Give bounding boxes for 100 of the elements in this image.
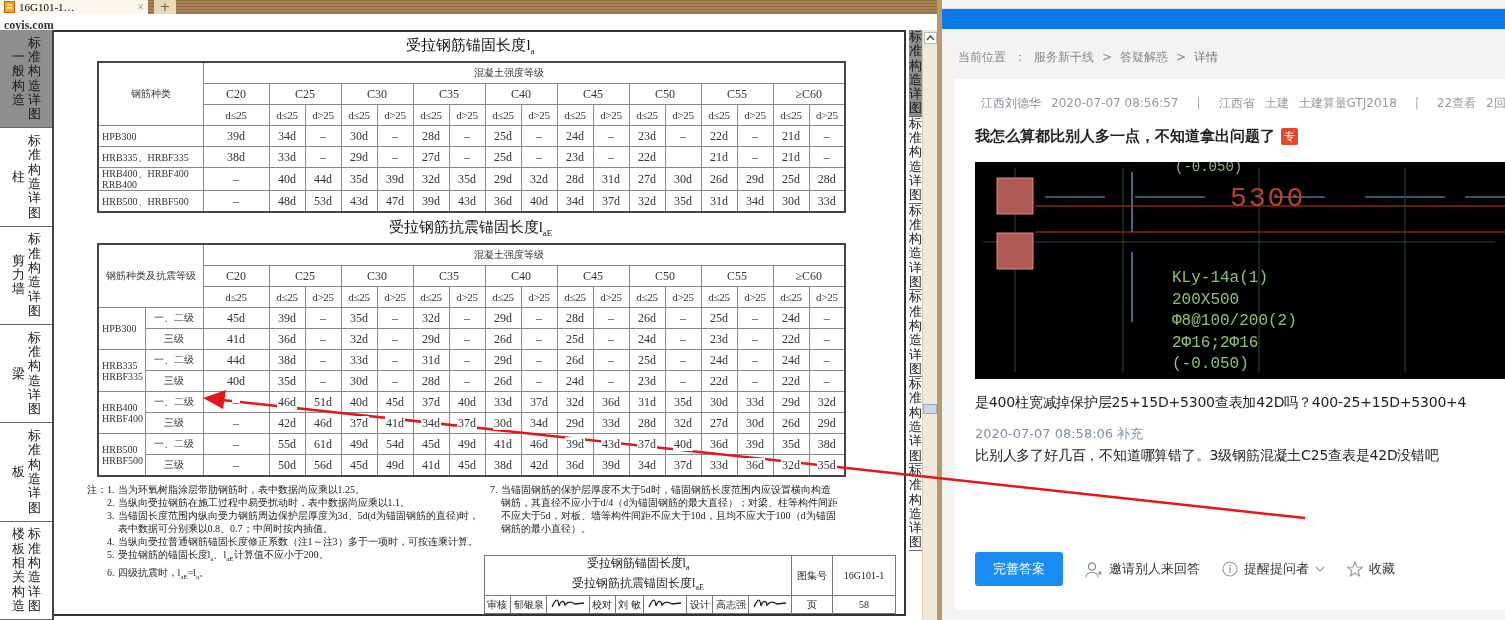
column-header: d≤25 xyxy=(773,286,809,308)
table-cell: 21d xyxy=(781,150,801,164)
side-tab[interactable]: 一般构造 标准构造详图 xyxy=(0,30,52,129)
table-cell: 36d xyxy=(709,437,729,451)
table-cell: 35d xyxy=(673,395,693,409)
row-header: 一、二级 xyxy=(145,349,203,371)
scroll-up-icon[interactable] xyxy=(923,32,937,44)
note-number: 6. xyxy=(107,566,115,580)
column-header: C50 xyxy=(629,265,701,287)
table-cell: 27d xyxy=(637,172,657,186)
table-cell: 24d xyxy=(565,374,585,388)
remind-asker-button[interactable]: 提醒提问者 xyxy=(1222,560,1325,578)
note-number: 3. xyxy=(107,509,115,523)
table-cell: 27d xyxy=(709,416,729,430)
table-cell: 56d xyxy=(313,458,333,472)
table-cell: 26d xyxy=(637,311,657,325)
column-header: C20 xyxy=(203,265,269,287)
column-header: C55 xyxy=(701,83,773,105)
beam-label: 200X500 xyxy=(1172,289,1241,311)
column-header: d>25 xyxy=(377,286,413,308)
note-text: 当纵向受拉钢筋在施工过程中易受扰动时，表中数据尚应乘以1.1。 xyxy=(117,496,410,509)
new-tab-button[interactable]: + xyxy=(154,0,176,14)
note-number: 1. xyxy=(107,483,115,496)
table-cell: 30d xyxy=(673,172,693,186)
row-header: HRB400 HRBF400 xyxy=(98,391,145,434)
table-cell: 49d xyxy=(349,437,369,451)
table-cell: 33d xyxy=(816,194,837,208)
meta-divider: | xyxy=(1196,95,1201,111)
table-cell: 29d xyxy=(781,395,801,409)
table-cell: 24d xyxy=(709,353,729,367)
column-header: d≤25 xyxy=(557,286,593,308)
side-tab[interactable]: 标准构造详图 xyxy=(909,203,922,291)
note-text: 当锚固长度范围内纵向受力钢筋周边保护层厚度为3d、5d(d为锚固钢筋的直径)时，表中数据可分别乘以0.8、0.7；中间时按内插值。 xyxy=(117,509,481,535)
table-cell: 54d xyxy=(385,437,405,451)
column-header: C45 xyxy=(557,265,629,287)
column-header: C45 xyxy=(557,83,629,105)
note-number: 5. xyxy=(107,548,115,562)
column-drawing xyxy=(996,177,1034,215)
row-header: HPB300 xyxy=(98,307,145,350)
table-cell: 40d xyxy=(673,437,693,451)
table-cell: 24d xyxy=(637,332,657,346)
breadcrumb-separator: > xyxy=(1176,50,1187,64)
table-cell: 31d xyxy=(637,395,657,409)
row-header: 三级 xyxy=(145,412,203,434)
question-title: 我怎么算都比别人多一点，不知道拿出问题了 xyxy=(975,126,1275,146)
caret-icon xyxy=(1315,566,1325,572)
row-header: HRB400、HRBF400 RRB400 xyxy=(98,167,203,191)
table-cell: 45d xyxy=(457,458,477,472)
table-cell: 41d xyxy=(493,437,513,451)
table-cell: 41d xyxy=(421,458,441,472)
favorite-button[interactable]: 收藏 xyxy=(1347,560,1395,578)
invite-button[interactable]: 邀请别人来回答 xyxy=(1085,560,1200,578)
meta-text: 土建算量GTJ2018 xyxy=(1298,95,1397,111)
column-header: d≤25 xyxy=(629,104,665,126)
breadcrumb-separator: > xyxy=(1102,50,1113,64)
table-cell: 37d xyxy=(529,395,549,409)
table-cell: 28d xyxy=(421,129,441,143)
note-number: 2. xyxy=(107,496,115,509)
table-cell: 30d xyxy=(745,416,765,430)
side-tab[interactable]: 标准构造详图 xyxy=(909,377,922,464)
table-cell: 30d xyxy=(349,374,369,388)
table-cell: 37d xyxy=(637,437,657,451)
scrollbar-thumb[interactable] xyxy=(923,404,937,414)
table-cell: 26d xyxy=(493,374,513,388)
table-cell: 32d xyxy=(421,311,441,325)
column-header: d>25 xyxy=(305,104,341,126)
column-header: 钢筋种类及抗震等级 xyxy=(98,244,203,308)
column-header: d≤25 xyxy=(701,286,737,308)
table-cell: 33d xyxy=(349,353,369,367)
table-cell: 39d xyxy=(421,194,441,208)
beam-label: 2Φ16;2Φ16 xyxy=(1172,332,1260,354)
column-header: d≤25 xyxy=(485,104,521,126)
table-cell: 38d xyxy=(277,353,297,367)
scrollbar[interactable] xyxy=(922,30,937,620)
table-cell: 29d xyxy=(745,172,765,186)
table-cell: 55d xyxy=(277,437,297,451)
table-cell: 21d xyxy=(781,129,801,143)
meta-text: 2020-07-07 08:56:57 xyxy=(1051,95,1179,111)
column-header: 钢筋种类 xyxy=(98,62,203,126)
table-cell: 24d xyxy=(781,311,801,325)
table-cell: 29d xyxy=(565,416,585,430)
drawing-title: 受拉钢筋锚固长度l$_{a}$ xyxy=(585,556,691,575)
column-header: C20 xyxy=(203,83,269,105)
table-cell: 37d xyxy=(673,458,693,472)
author-link[interactable]: 江西刘德华 xyxy=(981,95,1041,111)
table-cell: 46d xyxy=(313,416,333,430)
signoff-role: 校对 xyxy=(589,595,616,614)
table-cell: 25d xyxy=(493,150,513,164)
signoff-name: 高志强 xyxy=(712,595,749,614)
table-cell: 23d xyxy=(637,374,657,388)
browser-tab[interactable]: 16G101-1… × xyxy=(0,0,148,14)
column-header: d≤25 xyxy=(485,286,521,308)
table-cell: 32d xyxy=(816,395,837,409)
table-cell: 25d xyxy=(565,332,585,346)
side-tab[interactable]: 标准构造详图 xyxy=(909,290,922,378)
side-tab[interactable]: 标准构造详图 xyxy=(909,30,922,117)
table-title: 受拉钢筋锚固长度l$_{a}$ xyxy=(405,37,536,58)
page-number: 58 xyxy=(832,595,896,614)
table-cell: 53d xyxy=(313,194,333,208)
side-tab[interactable]: 标准构造详图 xyxy=(909,116,922,204)
